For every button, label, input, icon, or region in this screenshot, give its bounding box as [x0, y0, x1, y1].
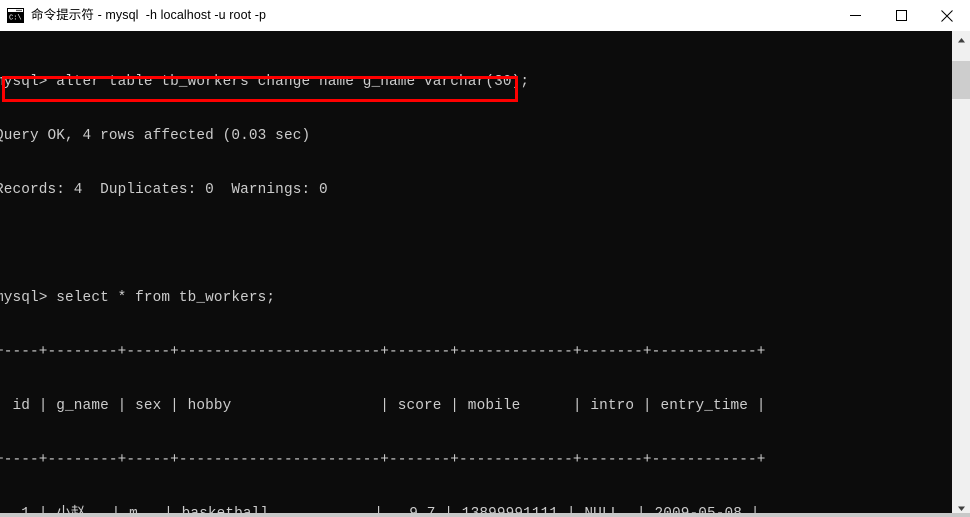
terminal-line: +----+--------+-----+-------------------… [0, 344, 766, 360]
scroll-up-arrow-icon[interactable] [952, 31, 970, 49]
scrollbar-thumb[interactable] [952, 61, 970, 99]
titlebar[interactable]: C:\ 命令提示符 - mysql -h localhost -u root -… [0, 0, 970, 31]
terminal-line: mysql> select * from tb_workers; [0, 290, 276, 306]
terminal-line: Records: 4 Duplicates: 0 Warnings: 0 [0, 182, 328, 198]
close-button[interactable] [924, 0, 970, 31]
console-text-surface[interactable]: mysql> alter table tb_workers change nam… [0, 31, 952, 517]
vertical-scrollbar[interactable] [952, 31, 970, 517]
titlebar-left[interactable]: C:\ 命令提示符 - mysql -h localhost -u root -… [0, 0, 832, 30]
scrollbar-track[interactable] [952, 49, 970, 499]
terminal-line: Query OK, 4 rows affected (0.03 sec) [0, 128, 311, 144]
console-area[interactable]: mysql> alter table tb_workers change nam… [0, 31, 970, 517]
terminal-output: mysql> alter table tb_workers change nam… [0, 37, 853, 517]
minimize-button[interactable] [832, 0, 878, 31]
maximize-button[interactable] [878, 0, 924, 31]
window-controls [832, 0, 970, 31]
window-title: 命令提示符 - mysql -h localhost -u root -p [31, 7, 267, 22]
terminal-line: +----+--------+-----+-------------------… [0, 452, 766, 468]
console-icon: C:\ [7, 7, 24, 23]
window-bottom-edge [0, 513, 970, 517]
command-prompt-window: C:\ 命令提示符 - mysql -h localhost -u root -… [0, 0, 970, 517]
terminal-line: mysql> alter table tb_workers change nam… [0, 74, 530, 90]
terminal-line: | id | g_name | sex | hobby | score | mo… [0, 398, 766, 414]
svg-text:C:\: C:\ [9, 14, 22, 22]
